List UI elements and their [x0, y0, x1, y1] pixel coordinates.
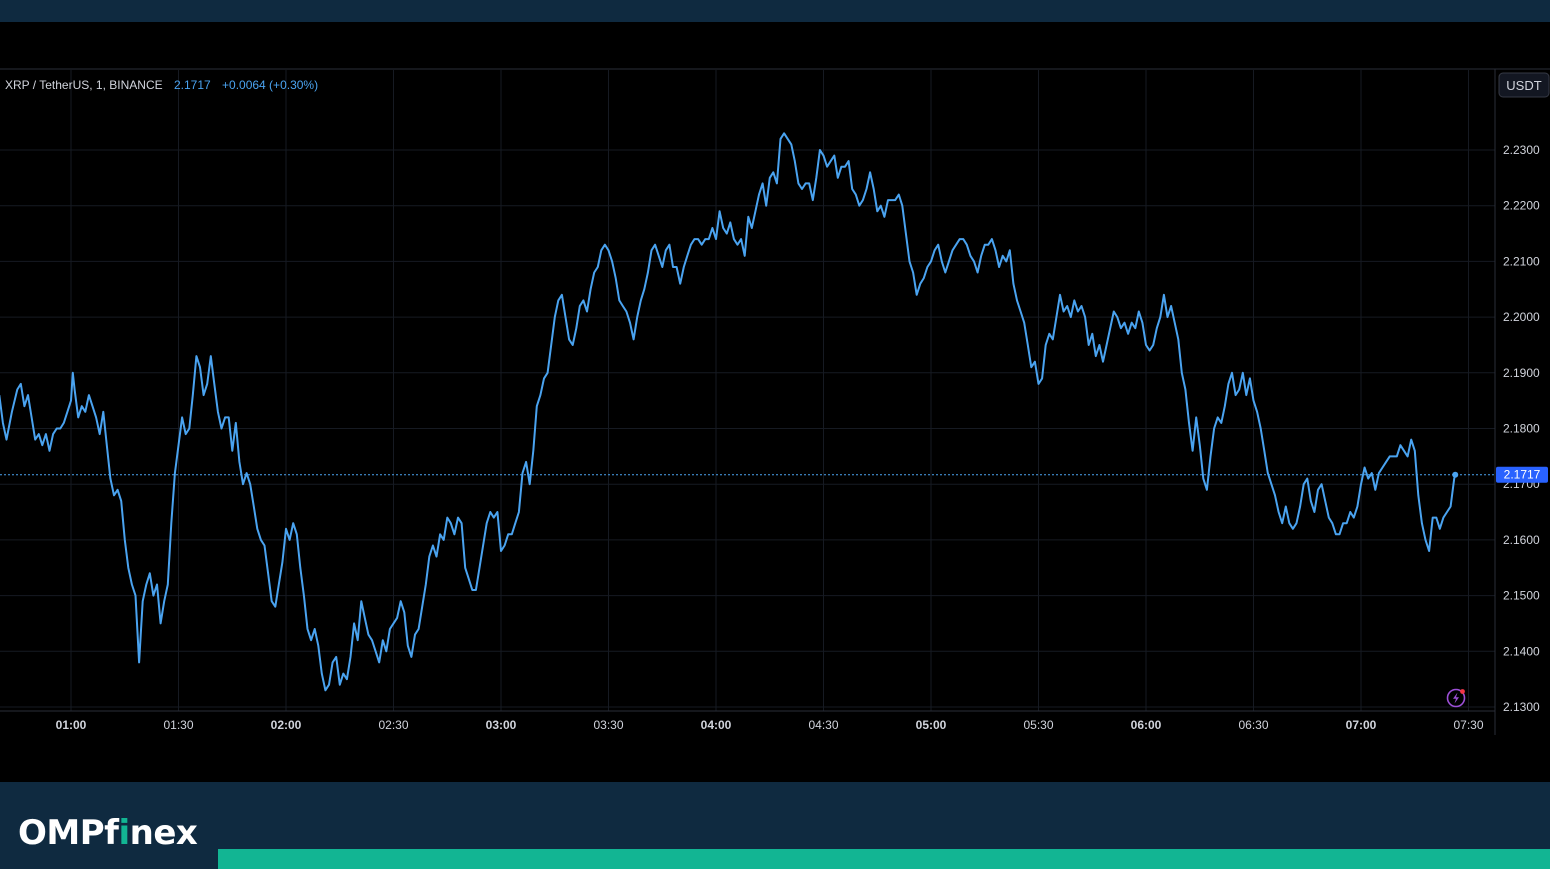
time-tick-label: 04:00 — [701, 718, 732, 732]
xrp-price-line[interactable] — [0, 132, 1457, 692]
time-tick-label: 03:30 — [593, 718, 623, 732]
time-tick-label: 07:30 — [1453, 718, 1483, 732]
time-tick-label: 02:00 — [271, 718, 302, 732]
current-price: 2.1717 — [174, 78, 211, 92]
grid-lines — [0, 70, 1495, 711]
price-tick-label: 2.2300 — [1503, 143, 1540, 157]
price-tick-label: 2.2000 — [1503, 310, 1540, 324]
time-tick-label: 07:00 — [1346, 718, 1377, 732]
chart-legend: XRP / TetherUS, 1, BINANCE 2.1717 +0.006… — [5, 78, 318, 92]
ompfinex-logo: OMPfinex — [18, 813, 198, 853]
time-tick-label: 05:30 — [1023, 718, 1053, 732]
time-axis[interactable]: 01:00 01:30 02:00 02:30 03:00 03:30 04:00 04:30… — [56, 718, 1484, 732]
time-tick-label: 01:00 — [56, 718, 87, 732]
price-tick-label: 2.1400 — [1503, 644, 1540, 658]
time-tick-label: 03:00 — [486, 718, 517, 732]
time-tick-label: 06:00 — [1131, 718, 1162, 732]
last-price-badge-label: 2.1717 — [1504, 468, 1541, 482]
price-axis[interactable]: 2.2300 2.2200 2.2100 2.2000 2.1900 2.1800 2.17… — [1503, 143, 1540, 714]
time-tick-label: 06:30 — [1238, 718, 1268, 732]
lightning-bolt-icon[interactable] — [1446, 688, 1466, 708]
price-chart[interactable]: 2.2300 2.2200 2.2100 2.2000 2.1900 2.1800 2.17… — [0, 22, 1550, 782]
price-change: +0.0064 (+0.30%) — [222, 78, 318, 92]
price-tick-label: 2.1500 — [1503, 589, 1540, 603]
footer-accent-bar — [218, 849, 1550, 869]
top-band — [0, 0, 1550, 22]
footer-banner: OMPfinex — [0, 782, 1550, 869]
time-tick-label: 01:30 — [163, 718, 193, 732]
time-tick-label: 02:30 — [378, 718, 408, 732]
currency-button-label: USDT — [1506, 78, 1541, 93]
price-tick-label: 2.1900 — [1503, 366, 1540, 380]
price-tick-label: 2.2100 — [1503, 254, 1540, 268]
time-tick-label: 05:00 — [916, 718, 947, 732]
price-tick-label: 2.1800 — [1503, 422, 1540, 436]
symbol-title: XRP / TetherUS, 1, BINANCE — [5, 78, 163, 92]
time-tick-label: 04:30 — [808, 718, 838, 732]
price-tick-label: 2.1300 — [1503, 700, 1540, 714]
chart-panel[interactable]: 2.2300 2.2200 2.2100 2.2000 2.1900 2.1800 2.17… — [0, 22, 1550, 782]
last-price-dot — [1452, 471, 1459, 478]
price-tick-label: 2.2200 — [1503, 199, 1540, 213]
price-tick-label: 2.1600 — [1503, 533, 1540, 547]
